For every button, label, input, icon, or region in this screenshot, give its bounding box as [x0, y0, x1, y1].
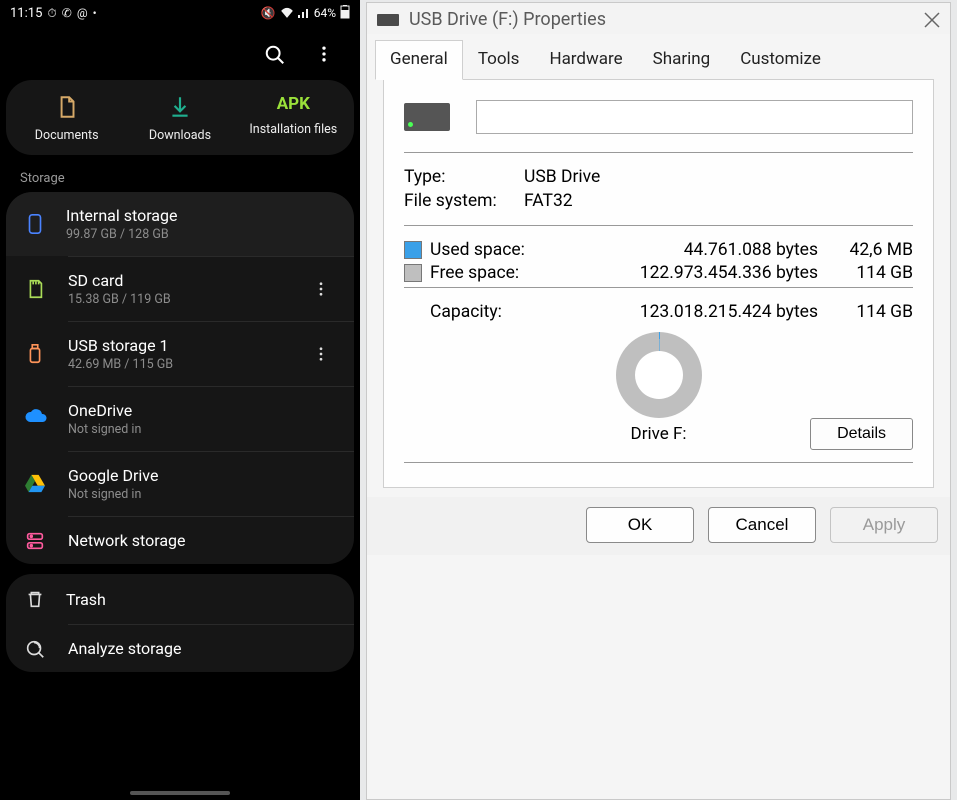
network-storage-icon: [24, 530, 46, 552]
trash-row[interactable]: Trash: [6, 574, 354, 624]
section-storage-label: Storage: [0, 155, 360, 192]
dot-icon: •: [93, 6, 97, 20]
used-color-icon: [404, 241, 422, 259]
tabs: General Tools Hardware Sharing Customize: [375, 40, 942, 80]
phone-icon: [24, 213, 46, 235]
properties-dialog: USB Drive (F:) Properties General Tools …: [366, 2, 951, 800]
storage-sub: 99.87 GB / 128 GB: [66, 227, 336, 242]
tab-hardware[interactable]: Hardware: [534, 40, 637, 80]
free-bytes: 122.973.454.336 bytes: [538, 263, 818, 283]
storage-internal[interactable]: Internal storage 99.87 GB / 128 GB: [6, 192, 354, 256]
tab-sharing[interactable]: Sharing: [638, 40, 726, 80]
quick-downloads[interactable]: Downloads: [124, 94, 236, 143]
windows-area: USB Drive (F:) Properties General Tools …: [360, 0, 957, 800]
general-panel: Type: USB Drive File system: FAT32 Used …: [383, 79, 934, 488]
fs-value: FAT32: [524, 191, 573, 211]
free-color-icon: [404, 264, 422, 282]
drive-large-icon: [404, 103, 450, 131]
quick-label: Installation files: [249, 122, 337, 137]
mute-icon: 🔇: [261, 6, 276, 20]
close-icon[interactable]: [922, 10, 942, 30]
storage-sub: 42.69 MB / 115 GB: [68, 357, 306, 372]
tab-customize[interactable]: Customize: [725, 40, 836, 80]
storage-sub: 15.38 GB / 119 GB: [68, 292, 306, 307]
divider: [404, 462, 913, 463]
used-label: Used space:: [430, 240, 538, 260]
storage-title: SD card: [68, 271, 306, 290]
used-bytes: 44.761.088 bytes: [538, 240, 818, 260]
battery-percent: 64%: [314, 6, 336, 20]
wifi-icon: [280, 6, 294, 21]
divider: [404, 225, 913, 226]
usage-donut-icon: [616, 332, 702, 418]
apk-icon: APK: [277, 94, 310, 114]
quick-installation[interactable]: APK Installation files: [237, 94, 349, 143]
storage-sdcard[interactable]: SD card 15.38 GB / 119 GB: [68, 256, 354, 321]
capacity-label: Capacity:: [430, 302, 538, 322]
drive-name-input[interactable]: [476, 100, 913, 134]
alarm-icon: ⏱: [47, 6, 56, 21]
drive-letter: Drive F:: [631, 424, 687, 444]
divider: [404, 287, 913, 288]
ok-button[interactable]: OK: [586, 507, 694, 543]
storage-title: USB storage 1: [68, 336, 306, 355]
storage-usb[interactable]: USB storage 1 42.69 MB / 115 GB: [68, 321, 354, 386]
trash-label: Trash: [66, 590, 336, 609]
onedrive-icon: [24, 408, 46, 430]
apply-button[interactable]: Apply: [830, 507, 938, 543]
android-phone: 11:15 ⏱ ✆ @ • 🔇 64%: [0, 0, 360, 800]
storage-title: Google Drive: [68, 466, 336, 485]
title-bar: USB Drive (F:) Properties: [367, 3, 950, 34]
dialog-button-row: OK Cancel Apply: [367, 497, 950, 555]
details-button[interactable]: Details: [810, 418, 913, 450]
tab-general[interactable]: General: [375, 40, 463, 80]
quick-documents[interactable]: Documents: [11, 94, 123, 143]
analyze-icon: [24, 638, 46, 660]
storage-network[interactable]: Network storage: [68, 516, 354, 564]
sdcard-icon: [24, 278, 46, 300]
more-vert-icon[interactable]: [306, 345, 336, 363]
whatsapp-icon: ✆: [62, 6, 72, 20]
at-icon: @: [77, 6, 88, 20]
cancel-button[interactable]: Cancel: [708, 507, 816, 543]
drive-icon: [377, 14, 399, 26]
trash-icon: [24, 588, 46, 610]
signal-icon: [298, 6, 310, 21]
storage-title: Network storage: [68, 531, 336, 550]
free-size: 114 GB: [818, 263, 913, 283]
tab-tools[interactable]: Tools: [463, 40, 535, 80]
storage-sub: Not signed in: [68, 487, 336, 502]
storage-title: OneDrive: [68, 401, 336, 420]
free-label: Free space:: [430, 263, 538, 283]
bottom-card: Trash Analyze storage: [6, 574, 354, 672]
quick-access: Documents Downloads APK Installation fil…: [6, 80, 354, 155]
nav-handle[interactable]: [130, 791, 230, 795]
quick-label: Downloads: [149, 128, 211, 143]
usb-icon: [24, 343, 46, 365]
more-vert-icon[interactable]: [306, 280, 336, 298]
analyze-row[interactable]: Analyze storage: [68, 624, 354, 672]
analyze-label: Analyze storage: [68, 639, 336, 658]
capacity-bytes: 123.018.215.424 bytes: [538, 302, 818, 322]
window-title: USB Drive (F:) Properties: [409, 9, 922, 30]
type-value: USB Drive: [524, 167, 600, 187]
gdrive-icon: [24, 473, 46, 495]
more-vert-icon[interactable]: [314, 44, 336, 66]
used-size: 42,6 MB: [818, 240, 913, 260]
divider: [404, 152, 913, 153]
storage-card: Internal storage 99.87 GB / 128 GB SD ca…: [6, 192, 354, 564]
capacity-size: 114 GB: [818, 302, 913, 322]
status-time: 11:15: [10, 6, 42, 21]
storage-onedrive[interactable]: OneDrive Not signed in: [68, 386, 354, 451]
search-icon[interactable]: [264, 44, 286, 66]
storage-title: Internal storage: [66, 206, 336, 225]
battery-icon: [340, 5, 350, 22]
quick-label: Documents: [35, 128, 99, 143]
storage-googledrive[interactable]: Google Drive Not signed in: [68, 451, 354, 516]
fs-label: File system:: [404, 191, 524, 211]
status-bar: 11:15 ⏱ ✆ @ • 🔇 64%: [0, 0, 360, 26]
storage-sub: Not signed in: [68, 422, 336, 437]
type-label: Type:: [404, 167, 524, 187]
